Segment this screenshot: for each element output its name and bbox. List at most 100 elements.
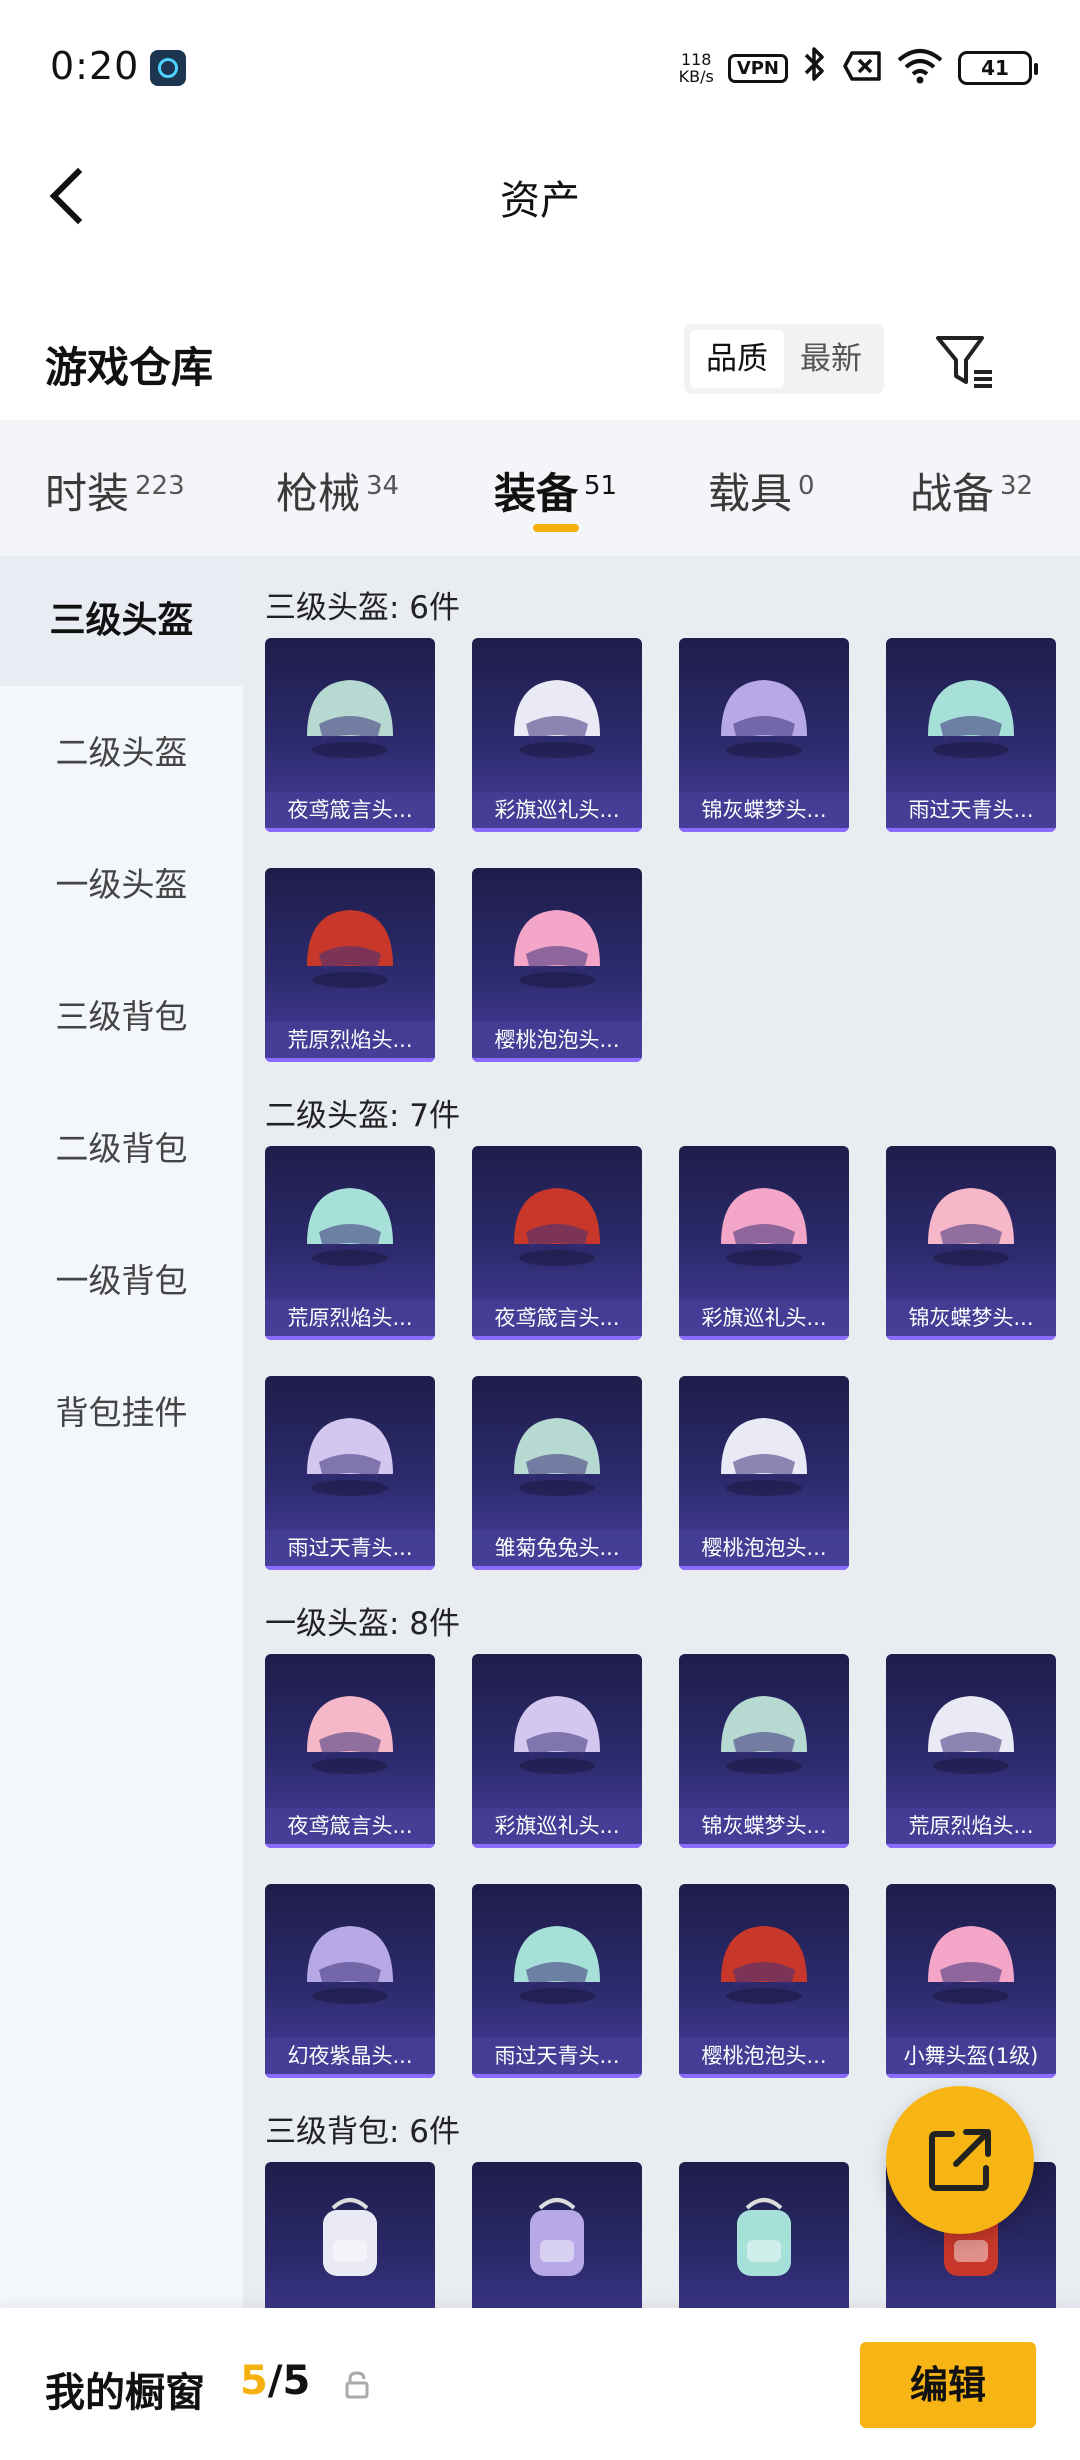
helmet-item-card[interactable]: 雨过天青头... — [265, 1376, 435, 1570]
helmet-item-card[interactable]: 小舞头盔(1级) — [886, 1884, 1056, 2078]
sidebar-item-level2-backpack[interactable]: 二级背包 — [0, 1084, 243, 1214]
backpack-icon — [530, 2198, 584, 2276]
helmet-item-card[interactable]: 锦灰蝶梦头... — [679, 1654, 849, 1848]
edit-button[interactable]: 编辑 — [860, 2342, 1036, 2428]
backpack-item-card[interactable] — [472, 2162, 642, 2308]
helmet-item-card[interactable]: 樱桃泡泡头... — [679, 1376, 849, 1570]
helmet-icon — [514, 1696, 600, 1774]
helmet-icon — [721, 680, 807, 758]
group-title: 三级头盔: 6件 — [265, 590, 461, 626]
helmet-item-card[interactable]: 夜鸢箴言头... — [472, 1146, 642, 1340]
network-speed: 118 KB/s — [678, 50, 714, 86]
helmet-icon — [514, 910, 600, 988]
helmet-item-card[interactable]: 雨过天青头... — [472, 1884, 642, 2078]
item-name: 夜鸢箴言头... — [265, 792, 435, 828]
tab-count: 223 — [135, 471, 185, 501]
helmet-item-card[interactable]: 雨过天青头... — [886, 638, 1056, 832]
helmet-item-card[interactable]: 荒原烈焰头... — [886, 1654, 1056, 1848]
helmet-icon — [514, 1188, 600, 1266]
sidebar-item-level3-helmet[interactable]: 三级头盔 — [0, 556, 243, 686]
helmet-icon — [514, 1926, 600, 2004]
helmet-item-card[interactable]: 夜鸢箴言头... — [265, 638, 435, 832]
helmet-icon — [721, 1418, 807, 1496]
sort-by-quality[interactable]: 品质 — [690, 330, 784, 388]
status-icons: 118 KB/s VPN 41 — [678, 46, 1038, 90]
sidebar-item-level1-helmet[interactable]: 一级头盔 — [0, 820, 243, 950]
backpack-icon — [323, 2198, 377, 2276]
tab-count: 34 — [366, 471, 400, 501]
helmet-item-card[interactable]: 荒原烈焰头... — [265, 868, 435, 1062]
helmet-item-card[interactable]: 彩旗巡礼头... — [472, 638, 642, 832]
sidebar-item-level1-backpack[interactable]: 一级背包 — [0, 1216, 243, 1346]
helmet-icon — [514, 680, 600, 758]
helmet-item-card[interactable]: 锦灰蝶梦头... — [886, 1146, 1056, 1340]
showcase-title: 我的橱窗 — [45, 2370, 205, 2416]
backpack-item-card[interactable] — [679, 2162, 849, 2308]
item-name: 彩旗巡礼头... — [679, 1300, 849, 1336]
vpn-icon: VPN — [727, 53, 788, 83]
item-name: 荒原烈焰头... — [886, 1808, 1056, 1844]
helmet-item-card[interactable]: 锦灰蝶梦头... — [679, 638, 849, 832]
item-name: 樱桃泡泡头... — [679, 1530, 849, 1566]
tab-count: 51 — [584, 471, 618, 501]
no-sim-icon — [842, 50, 882, 86]
backpack-item-card[interactable] — [265, 2162, 435, 2308]
helmet-item-card[interactable]: 雏菊兔兔头... — [472, 1376, 642, 1570]
helmet-item-card[interactable]: 樱桃泡泡头... — [679, 1884, 849, 2078]
items-grid: 三级头盔: 6件 夜鸢箴言头... 彩旗巡礼头... 锦灰蝶梦头... 雨过天青头...… — [243, 556, 1080, 2308]
helmet-item-card[interactable]: 夜鸢箴言头... — [265, 1654, 435, 1848]
item-name: 樱桃泡泡头... — [472, 1022, 642, 1058]
helmet-icon — [928, 680, 1014, 758]
tab-fashion[interactable]: 时装 223 — [45, 460, 185, 521]
filter-icon[interactable] — [930, 326, 1000, 396]
sidebar-item-backpack-charm[interactable]: 背包挂件 — [0, 1348, 243, 1478]
active-tab-indicator — [533, 524, 579, 532]
sidebar-item-level3-backpack[interactable]: 三级背包 — [0, 952, 243, 1082]
item-name: 幻夜紫晶头... — [265, 2038, 435, 2074]
helmet-item-card[interactable]: 彩旗巡礼头... — [679, 1146, 849, 1340]
item-name: 雨过天青头... — [472, 2038, 642, 2074]
helmet-icon — [307, 910, 393, 988]
helmet-icon — [721, 1926, 807, 2004]
item-name: 樱桃泡泡头... — [679, 2038, 849, 2074]
subcategory-sidebar: 三级头盔 二级头盔 一级头盔 三级背包 二级背包 一级背包 背包挂件 — [0, 556, 243, 2308]
tab-guns[interactable]: 枪械 34 — [276, 460, 399, 521]
tab-vehicles[interactable]: 载具 0 — [708, 460, 815, 521]
sort-toggle: 品质 最新 — [684, 324, 884, 394]
helmet-icon — [307, 1418, 393, 1496]
backpack-icon — [737, 2198, 791, 2276]
item-name: 锦灰蝶梦头... — [679, 1808, 849, 1844]
helmet-icon — [721, 1696, 807, 1774]
helmet-item-card[interactable]: 荒原烈焰头... — [265, 1146, 435, 1340]
share-button[interactable] — [886, 2086, 1034, 2234]
lock-icon — [342, 2370, 372, 2400]
tab-equipment[interactable]: 装备 51 — [494, 460, 617, 521]
item-name: 锦灰蝶梦头... — [679, 792, 849, 828]
tab-gear[interactable]: 战备 32 — [910, 460, 1033, 521]
group-title: 二级头盔: 7件 — [265, 1098, 461, 1134]
helmet-icon — [307, 1926, 393, 2004]
sort-by-newest[interactable]: 最新 — [784, 330, 878, 388]
item-name: 彩旗巡礼头... — [472, 792, 642, 828]
helmet-item-card[interactable]: 樱桃泡泡头... — [472, 868, 642, 1062]
helmet-icon — [307, 1696, 393, 1774]
showcase-bar: 我的橱窗 5/5 编辑 — [0, 2308, 1080, 2460]
group-title: 一级头盔: 8件 — [265, 1606, 461, 1642]
item-name: 夜鸢箴言头... — [265, 1808, 435, 1844]
item-name: 小舞头盔(1级) — [886, 2038, 1056, 2074]
helmet-icon — [928, 1926, 1014, 2004]
sidebar-item-level2-helmet[interactable]: 二级头盔 — [0, 688, 243, 818]
helmet-icon — [928, 1696, 1014, 1774]
item-name: 雨过天青头... — [886, 792, 1056, 828]
helmet-icon — [928, 1188, 1014, 1266]
nav-bar: 资产 — [0, 140, 1080, 250]
helmet-icon — [307, 680, 393, 758]
warehouse-title: 游戏仓库 — [45, 343, 214, 392]
helmet-item-card[interactable]: 彩旗巡礼头... — [472, 1654, 642, 1848]
item-name: 荒原烈焰头... — [265, 1022, 435, 1058]
item-name: 雏菊兔兔头... — [472, 1530, 642, 1566]
helmet-item-card[interactable]: 幻夜紫晶头... — [265, 1884, 435, 2078]
app-notification-icon — [150, 50, 186, 86]
category-tabs: 时装 223 枪械 34 装备 51 载具 0 战备 32 — [0, 420, 1080, 556]
page-title: 资产 — [500, 178, 580, 224]
